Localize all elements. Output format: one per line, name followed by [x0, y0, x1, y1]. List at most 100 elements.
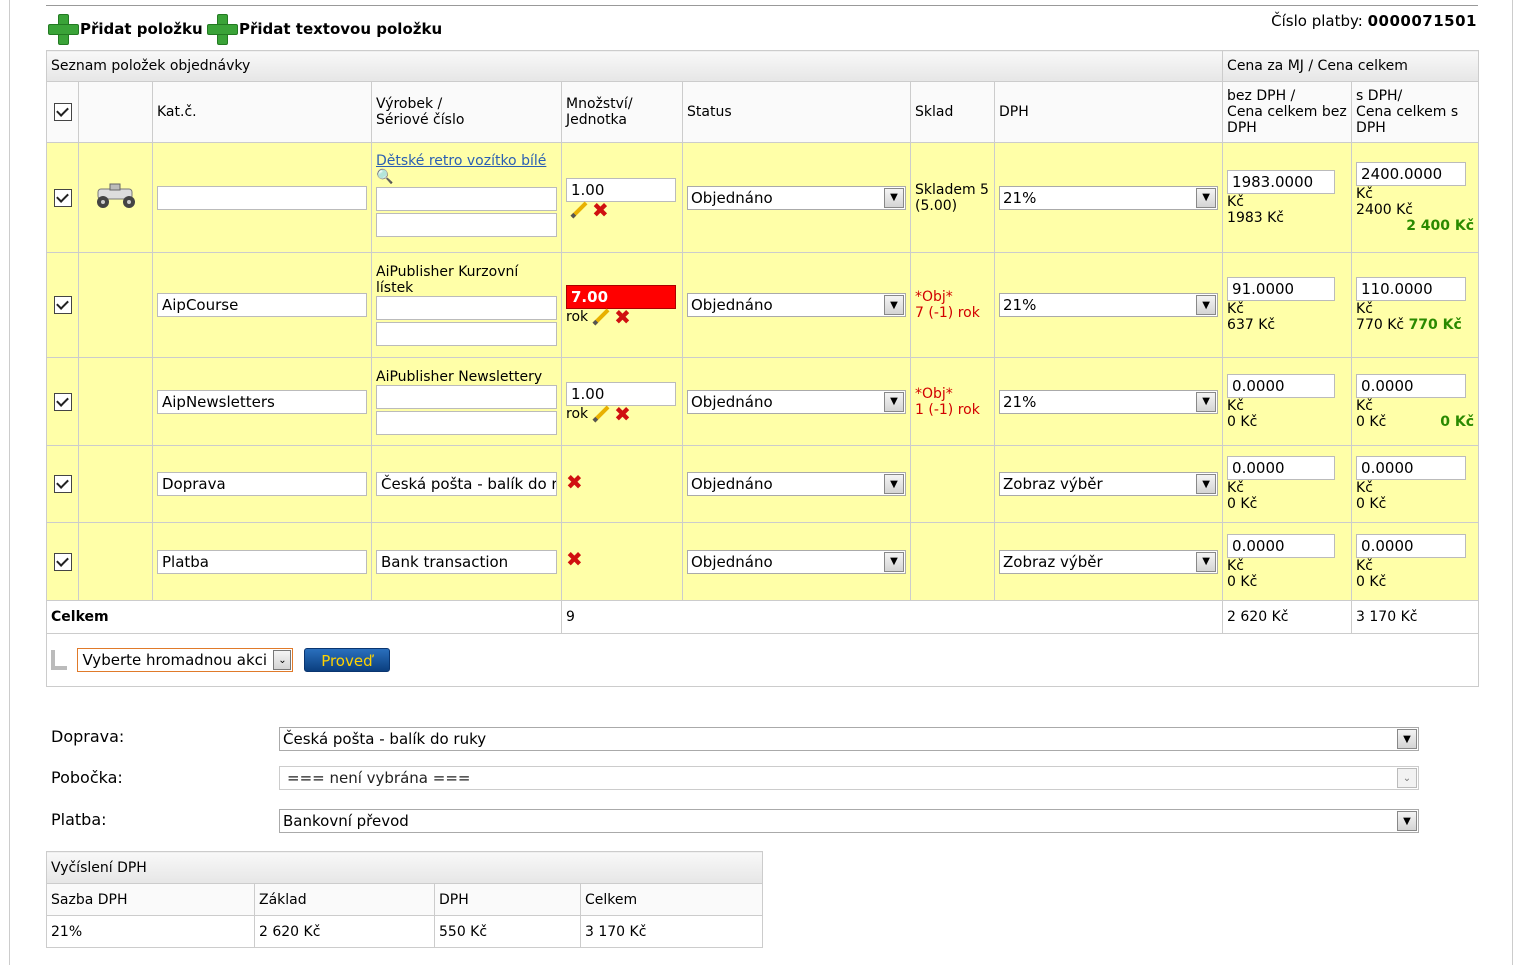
gross-unit-input[interactable]: 0.0000: [1356, 373, 1467, 398]
net-unit-input[interactable]: 1983.0000: [1227, 169, 1336, 194]
serial-input[interactable]: [376, 384, 557, 409]
dropdown-arrow-icon: ▼: [1196, 187, 1217, 208]
delete-icon[interactable]: ✖: [592, 200, 609, 220]
product-link[interactable]: Dětské retro vozítko bílé: [376, 153, 546, 169]
plus-icon: [205, 12, 239, 46]
row-checkbox[interactable]: [53, 188, 72, 207]
product-input[interactable]: Bank transaction: [376, 549, 557, 574]
edit-icon[interactable]: [570, 201, 588, 218]
catno-input[interactable]: AipNewsletters: [157, 389, 367, 414]
payment-label: Platba:: [51, 810, 107, 829]
delete-icon[interactable]: ✖: [614, 404, 631, 424]
execute-button[interactable]: Proveď: [303, 648, 390, 672]
table-row: AipCourse AiPublisher Kurzovní lístek 7.…: [46, 252, 1480, 358]
gross-unit-input[interactable]: 2400.0000: [1356, 161, 1467, 186]
vat-select[interactable]: 21% ▼: [999, 185, 1219, 210]
bulk-action-select[interactable]: Vyberte hromadnou akci ⌄: [77, 648, 294, 672]
vat-select[interactable]: 21% ▼: [999, 389, 1219, 414]
serial-input[interactable]: [376, 296, 557, 320]
vat-summary-title: Vyčíslení DPH: [45, 851, 764, 884]
edit-icon[interactable]: [592, 405, 610, 422]
product-input[interactable]: Česká pošta - balík do r: [376, 472, 557, 496]
add-text-item-label: Přidat textovou položku: [239, 20, 443, 38]
chevron-down-icon: ⌄: [273, 650, 292, 670]
net-total: 1983 Kč: [1227, 209, 1285, 226]
top-divider: [46, 5, 1478, 6]
net-total: 0 Kč: [1227, 496, 1258, 512]
shipping-select[interactable]: Česká pošta - balík do ruky ▼: [279, 727, 1419, 751]
row-checkbox[interactable]: [53, 392, 72, 411]
delete-icon[interactable]: ✖: [566, 472, 583, 492]
shipping-label: Doprava:: [51, 727, 125, 746]
vat-select[interactable]: Zobraz výběr ▼: [999, 472, 1219, 496]
table-row: AipNewsletters AiPublisher Newslettery 1…: [46, 357, 1480, 446]
edit-icon[interactable]: [592, 308, 610, 326]
vat-select[interactable]: Zobraz výběr ▼: [999, 549, 1219, 574]
stock-cell: *Obj* 7 (-1) rok: [910, 252, 995, 358]
gross-total: 0 Kč: [1356, 496, 1387, 512]
catno-input[interactable]: AipCourse: [157, 293, 367, 317]
vat-summary-table: Vyčíslení DPH Sazba DPH Základ DPH Celke…: [45, 851, 764, 948]
status-select[interactable]: Objednáno ▼: [687, 293, 906, 317]
price-section-title: Cena za MJ / Cena celkem: [1222, 50, 1480, 82]
header-qty: Množství/Jednotka: [561, 81, 683, 143]
net-total: 0 Kč: [1227, 573, 1258, 590]
payment-number-label: Číslo platby:: [1271, 12, 1363, 30]
vat-select[interactable]: 21% ▼: [999, 293, 1219, 317]
net-unit-input[interactable]: 91.0000: [1227, 277, 1336, 301]
arrow-turn-icon: [51, 650, 67, 670]
stock-cell: *Obj* 1 (-1) rok: [910, 357, 995, 446]
bulk-action-row: Vyberte hromadnou akci ⌄ Proveď: [45, 633, 1480, 687]
totals-row: Celkem 9 2 620 Kč 3 170 Kč: [46, 600, 1480, 634]
vat-header-rate: Sazba DPH: [46, 883, 255, 916]
header-vat: DPH: [993, 81, 1224, 143]
gross-unit-input[interactable]: 0.0000: [1356, 456, 1467, 480]
dropdown-arrow-icon: ▼: [884, 551, 904, 572]
table-row: 21% 2 620 Kč 550 Kč 3 170 Kč: [46, 915, 764, 948]
gross-unit-input[interactable]: 0.0000: [1356, 533, 1467, 558]
catno-input[interactable]: [157, 185, 367, 210]
row-checkbox[interactable]: [53, 296, 72, 314]
select-all-checkbox[interactable]: [53, 103, 72, 121]
catno-input[interactable]: Doprava: [157, 472, 367, 496]
magnifier-icon[interactable]: 🔍: [376, 169, 393, 185]
section-title: Seznam položek objednávky: [45, 50, 1224, 82]
branch-select[interactable]: === není vybrána === ⌄: [279, 766, 1419, 790]
vat-header-base: Základ: [254, 883, 435, 916]
catno-input[interactable]: Platba: [157, 549, 367, 574]
vat-header-vat: DPH: [434, 883, 581, 916]
chevron-down-icon: ⌄: [1397, 768, 1417, 788]
header-catno: Kat.č.: [152, 81, 372, 143]
gross-unit-input[interactable]: 110.0000: [1356, 277, 1467, 301]
serial-input[interactable]: [376, 187, 557, 211]
totals-gross: 3 170 Kč: [1351, 600, 1480, 634]
serial-input-2[interactable]: [376, 410, 557, 435]
table-row: Platba Bank transaction ✖ Objednáno ▼ Zob…: [46, 522, 1480, 601]
row-checkbox[interactable]: [53, 475, 72, 493]
delete-icon[interactable]: ✖: [614, 307, 631, 327]
add-item-button[interactable]: Přidat položku: [46, 12, 203, 46]
status-select[interactable]: Objednáno ▼: [687, 185, 906, 210]
dropdown-arrow-icon: ▼: [1196, 295, 1217, 315]
dropdown-arrow-icon: ▼: [1196, 551, 1217, 572]
net-unit-input[interactable]: 0.0000: [1227, 456, 1336, 480]
net-total: 637 Kč: [1227, 317, 1276, 333]
status-select[interactable]: Objednáno ▼: [687, 472, 906, 496]
row-checkbox[interactable]: [53, 552, 72, 571]
payment-select[interactable]: Bankovní převod ▼: [279, 809, 1419, 833]
status-select[interactable]: Objednáno ▼: [687, 549, 906, 574]
dropdown-arrow-icon: ▼: [1196, 474, 1217, 494]
net-unit-input[interactable]: 0.0000: [1227, 373, 1336, 398]
totals-net: 2 620 Kč: [1222, 600, 1353, 634]
dropdown-arrow-icon: ▼: [1196, 391, 1217, 412]
serial-input-2[interactable]: [376, 213, 557, 237]
delete-icon[interactable]: ✖: [566, 549, 583, 569]
serial-input-2[interactable]: [376, 322, 557, 346]
totals-qty: 9: [560, 600, 1224, 634]
dropdown-arrow-icon: ▼: [884, 295, 904, 315]
status-select[interactable]: Objednáno ▼: [687, 389, 906, 414]
qty-input[interactable]: 1.00: [566, 177, 676, 202]
add-text-item-button[interactable]: Přidat textovou položku: [205, 12, 442, 46]
net-unit-input[interactable]: 0.0000: [1227, 533, 1336, 558]
net-total: 0 Kč: [1227, 413, 1258, 430]
